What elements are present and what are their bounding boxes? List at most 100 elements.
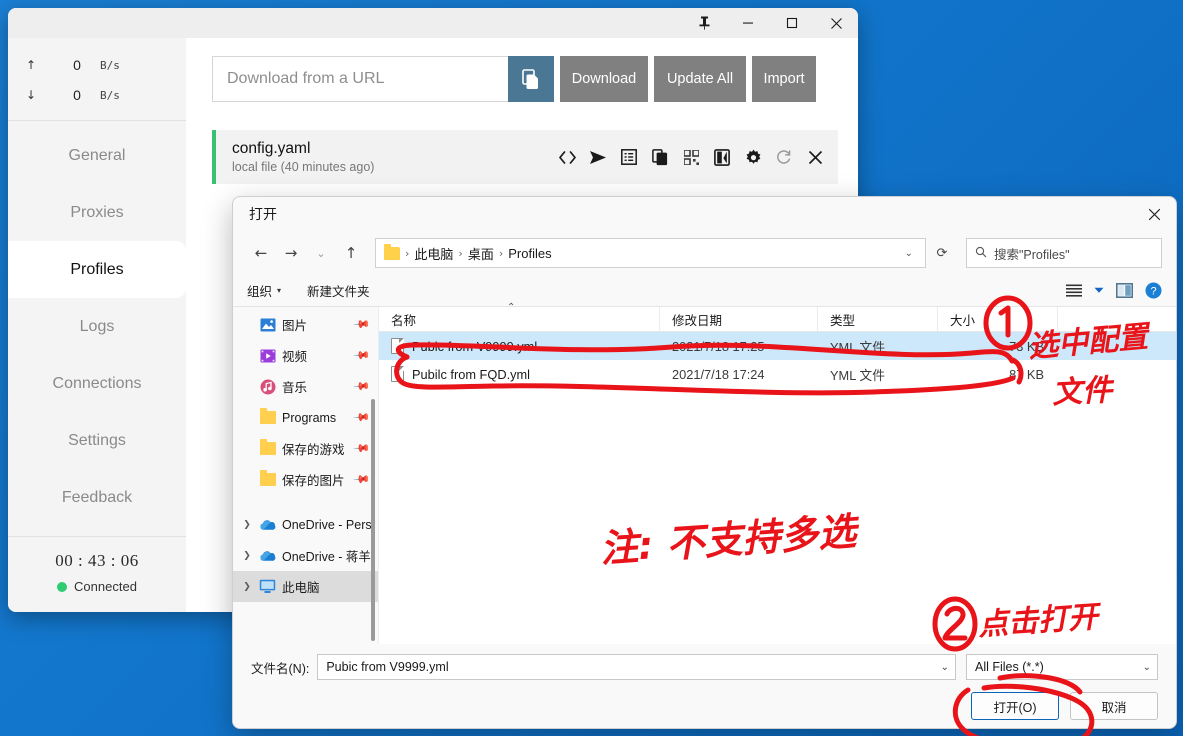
table-row[interactable]: Pubilc from FQD.yml 2021/7/18 17:24 YML … — [379, 360, 1176, 388]
book-icon[interactable] — [713, 148, 731, 166]
close-button[interactable] — [814, 8, 858, 38]
file-name: Pubilc from FQD.yml — [412, 366, 531, 382]
tree-item-label: Programs — [282, 410, 337, 425]
qrcode-icon[interactable] — [682, 148, 700, 166]
pin-icon[interactable] — [682, 8, 726, 38]
help-icon[interactable]: ? — [1145, 282, 1162, 299]
tree-item-music[interactable]: 音乐 📌 — [233, 371, 378, 402]
update-all-button[interactable]: Update All — [654, 56, 746, 102]
music-icon — [259, 378, 276, 395]
tree-item-label: 图片 — [282, 319, 308, 333]
sidebar-item-profiles[interactable]: Profiles — [8, 241, 186, 298]
refresh-icon[interactable]: ⟳ — [928, 238, 956, 268]
import-button[interactable]: Import — [752, 56, 816, 102]
tree-item-saved-pictures[interactable]: 保存的图片 📌 — [233, 464, 378, 495]
preview-pane-icon[interactable] — [1116, 283, 1133, 298]
chevron-down-icon[interactable]: ⌄ — [935, 662, 949, 673]
file-type-filter[interactable]: All Files (*.*) ⌄ — [966, 654, 1158, 680]
sidebar-item-proxies[interactable]: Proxies — [8, 184, 186, 241]
tree-item-label: 保存的图片 — [282, 474, 345, 488]
new-folder-button[interactable]: 新建文件夹 — [307, 281, 370, 300]
tree-item-onedrive-work[interactable]: ❯ OneDrive - 蒋羊 — [233, 540, 378, 571]
chevron-right-icon[interactable]: ❯ — [241, 520, 253, 530]
view-list-icon[interactable] — [1066, 284, 1082, 297]
breadcrumb-part-desktop[interactable]: 桌面 — [468, 244, 494, 263]
file-icon — [391, 338, 404, 354]
tree-item-videos[interactable]: 视频 📌 — [233, 340, 378, 371]
tree-item-saved-games[interactable]: 保存的游戏 📌 — [233, 433, 378, 464]
search-box[interactable]: 搜索"Profiles" — [966, 238, 1162, 268]
sidebar-item-general[interactable]: General — [8, 127, 186, 184]
upload-speed-value: 0 — [73, 57, 81, 73]
organize-label: 组织 — [247, 285, 273, 299]
tree-item-label: 视频 — [282, 350, 308, 364]
dialog-toolbar: 组织 ▾ 新建文件夹 ? — [233, 275, 1176, 307]
download-button[interactable]: Download — [560, 56, 648, 102]
cancel-button[interactable]: 取消 — [1070, 692, 1158, 720]
pin-icon[interactable]: 📌 — [353, 439, 372, 458]
dialog-close-icon[interactable] — [1132, 197, 1176, 231]
column-header-type[interactable]: 类型 — [818, 306, 938, 332]
chevron-down-icon[interactable]: ⌄ — [897, 248, 921, 259]
breadcrumb[interactable]: › 此电脑 › 桌面 › Profiles ⌄ — [375, 238, 926, 268]
folder-icon — [259, 408, 276, 426]
column-label: 名称 — [391, 313, 417, 328]
sort-ascending-icon: ⌃ — [507, 301, 516, 313]
recent-locations-button[interactable]: ⌄ — [307, 239, 335, 267]
tree-item-onedrive-personal[interactable]: ❯ OneDrive - Pers — [233, 509, 378, 540]
column-header-size[interactable]: 大小 — [938, 306, 1058, 332]
breadcrumb-part-this-pc[interactable]: 此电脑 — [414, 244, 453, 263]
file-modified: 2021/7/18 17:25 — [672, 338, 765, 354]
sidebar-item-logs[interactable]: Logs — [8, 298, 186, 355]
code-icon[interactable] — [558, 148, 576, 166]
pin-icon[interactable]: 📌 — [353, 408, 372, 427]
gear-icon[interactable] — [744, 148, 762, 166]
paste-url-button[interactable] — [508, 56, 554, 102]
close-icon[interactable] — [806, 148, 824, 166]
send-icon[interactable] — [589, 148, 607, 166]
file-type-filter-value: All Files (*.*) — [975, 660, 1044, 674]
profile-card[interactable]: config.yaml local file (40 minutes ago) — [212, 130, 838, 184]
breadcrumb-separator: › — [498, 246, 504, 260]
pin-icon[interactable]: 📌 — [353, 377, 372, 396]
breadcrumb-part-profiles[interactable]: Profiles — [508, 246, 551, 261]
pin-icon[interactable]: 📌 — [353, 315, 372, 334]
organize-button[interactable]: 组织 ▾ — [247, 281, 281, 300]
chevron-down-icon[interactable]: ⌄ — [1137, 662, 1151, 673]
connection-status-box: 00 : 43 : 06 Connected — [8, 536, 186, 612]
table-row[interactable]: Pubic from V9999.yml 2021/7/18 17:25 YML… — [379, 332, 1176, 360]
view-options-chevron-icon[interactable] — [1094, 287, 1104, 294]
pin-icon[interactable]: 📌 — [353, 470, 372, 489]
refresh-icon[interactable] — [775, 148, 793, 166]
list-icon[interactable] — [620, 148, 638, 166]
open-button[interactable]: 打开(O) — [971, 692, 1059, 720]
sidebar-item-feedback[interactable]: Feedback — [8, 469, 186, 526]
filename-input[interactable]: Pubic from V9999.yml ⌄ — [317, 654, 956, 680]
up-button[interactable]: ↑ — [337, 239, 365, 267]
tree-item-programs[interactable]: Programs 📌 — [233, 402, 378, 433]
back-button[interactable]: ← — [247, 239, 275, 267]
sidebar-item-connections[interactable]: Connections — [8, 355, 186, 412]
chevron-right-icon[interactable]: ❯ — [241, 582, 253, 592]
sidebar-item-settings[interactable]: Settings — [8, 412, 186, 469]
tree-item-label: OneDrive - Pers — [282, 517, 372, 532]
tree-scrollbar[interactable] — [371, 399, 375, 641]
pin-icon[interactable]: 📌 — [353, 346, 372, 365]
status-dot-icon — [57, 581, 68, 592]
minimize-button[interactable] — [726, 8, 770, 38]
navigation-tree-pane: 图片 📌 视频 📌 音乐 📌 Programs 📌 保存的游戏 📌 保存的图片 … — [233, 307, 379, 644]
download-speed-value: 0 — [73, 87, 81, 103]
app-sidebar: ↑ 0 B/s ↓ 0 B/s General Proxies Profiles… — [8, 38, 186, 612]
app-titlebar — [8, 8, 858, 38]
maximize-button[interactable] — [770, 8, 814, 38]
chevron-right-icon[interactable]: ❯ — [241, 551, 253, 561]
tree-item-pictures[interactable]: 图片 📌 — [233, 309, 378, 340]
copy-icon[interactable] — [651, 148, 669, 166]
url-input[interactable] — [212, 56, 508, 102]
column-header-modified[interactable]: 修改日期 — [660, 306, 818, 332]
forward-button[interactable]: → — [277, 239, 305, 267]
profile-subtitle: local file (40 minutes ago) — [232, 159, 375, 174]
column-header-name[interactable]: 名称 ⌃ — [379, 302, 660, 332]
tree-item-this-pc[interactable]: ❯ 此电脑 — [233, 571, 378, 602]
connection-status-label: Connected — [74, 579, 137, 594]
